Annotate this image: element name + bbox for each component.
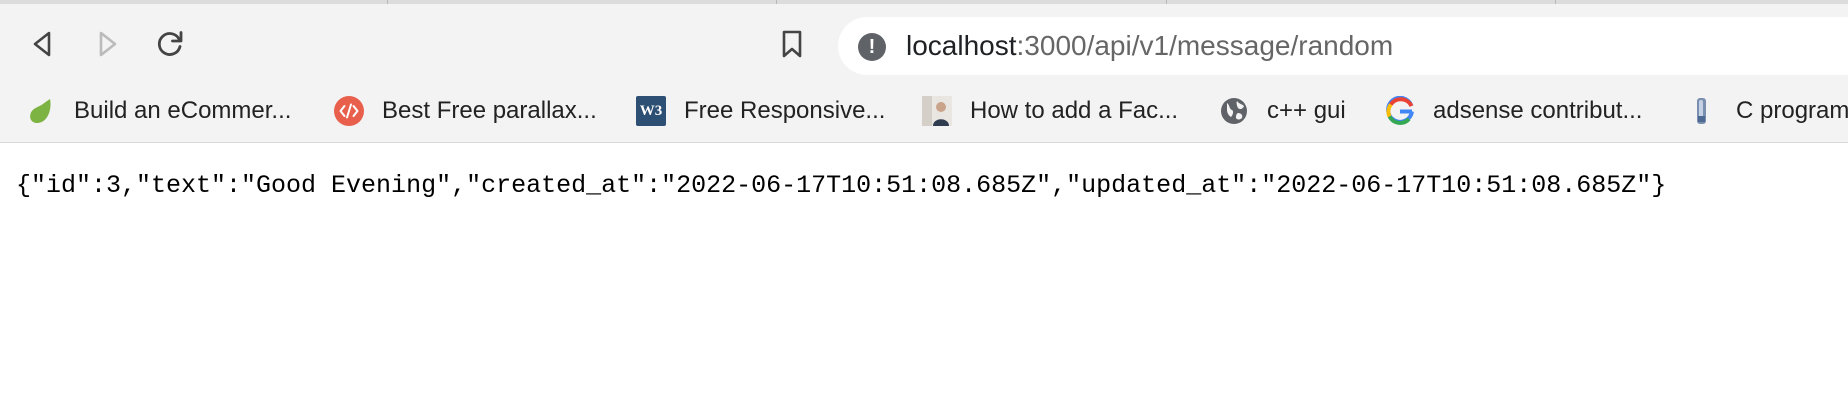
bookmark-item-c-program[interactable]: C program xyxy=(1688,91,1848,131)
bookmark-label: c++ gui xyxy=(1267,97,1346,124)
forward-arrow-icon xyxy=(99,31,117,57)
globe-icon xyxy=(1219,96,1249,126)
address-bar-url[interactable]: localhost:3000/api/v1/message/random xyxy=(906,26,1393,66)
code-tag-icon xyxy=(334,96,364,126)
bookmark-label: C program xyxy=(1736,97,1848,124)
bookmark-page-button[interactable] xyxy=(774,26,810,62)
bookmark-item-free-responsive[interactable]: W3 Free Responsive... xyxy=(636,91,885,131)
back-arrow-icon xyxy=(33,31,51,57)
bookmark-icon xyxy=(782,30,802,58)
person-thumbnail-icon xyxy=(922,96,952,126)
bottle-thumbnail-icon xyxy=(1688,96,1718,126)
json-response-text: {"id":3,"text":"Good Evening","created_a… xyxy=(16,171,1667,200)
bookmark-label: adsense contribut... xyxy=(1433,97,1643,124)
bookmark-item-facebook[interactable]: How to add a Fac... xyxy=(922,91,1178,131)
info-icon[interactable]: ! xyxy=(858,33,886,61)
url-path: :3000/api/v1/message/random xyxy=(1016,30,1394,61)
bookmark-label: How to add a Fac... xyxy=(970,97,1179,124)
bookmarks-bar: Build an eCommer... Best Free parallax..… xyxy=(0,80,1848,143)
url-host: localhost xyxy=(906,30,1017,61)
envato-leaf-icon xyxy=(26,96,56,126)
google-g-icon xyxy=(1385,96,1415,126)
browser-toolbar: ! localhost:3000/api/v1/message/random xyxy=(0,4,1848,80)
bookmark-item-cpp-gui[interactable]: c++ gui xyxy=(1219,91,1346,131)
bookmark-label: Build an eCommer... xyxy=(74,97,292,124)
bookmark-label: Best Free parallax... xyxy=(382,97,597,124)
bookmark-item-adsense[interactable]: adsense contribut... xyxy=(1385,91,1642,131)
back-button[interactable] xyxy=(24,26,60,62)
bookmark-label: Free Responsive... xyxy=(684,97,886,124)
bookmark-item-parallax[interactable]: Best Free parallax... xyxy=(334,91,597,131)
reload-icon xyxy=(157,31,183,56)
forward-button[interactable] xyxy=(90,26,126,62)
bookmark-item-build-ecommerce[interactable]: Build an eCommer... xyxy=(26,91,291,131)
reload-button[interactable] xyxy=(152,26,188,62)
w3-logo-icon: W3 xyxy=(636,96,666,126)
